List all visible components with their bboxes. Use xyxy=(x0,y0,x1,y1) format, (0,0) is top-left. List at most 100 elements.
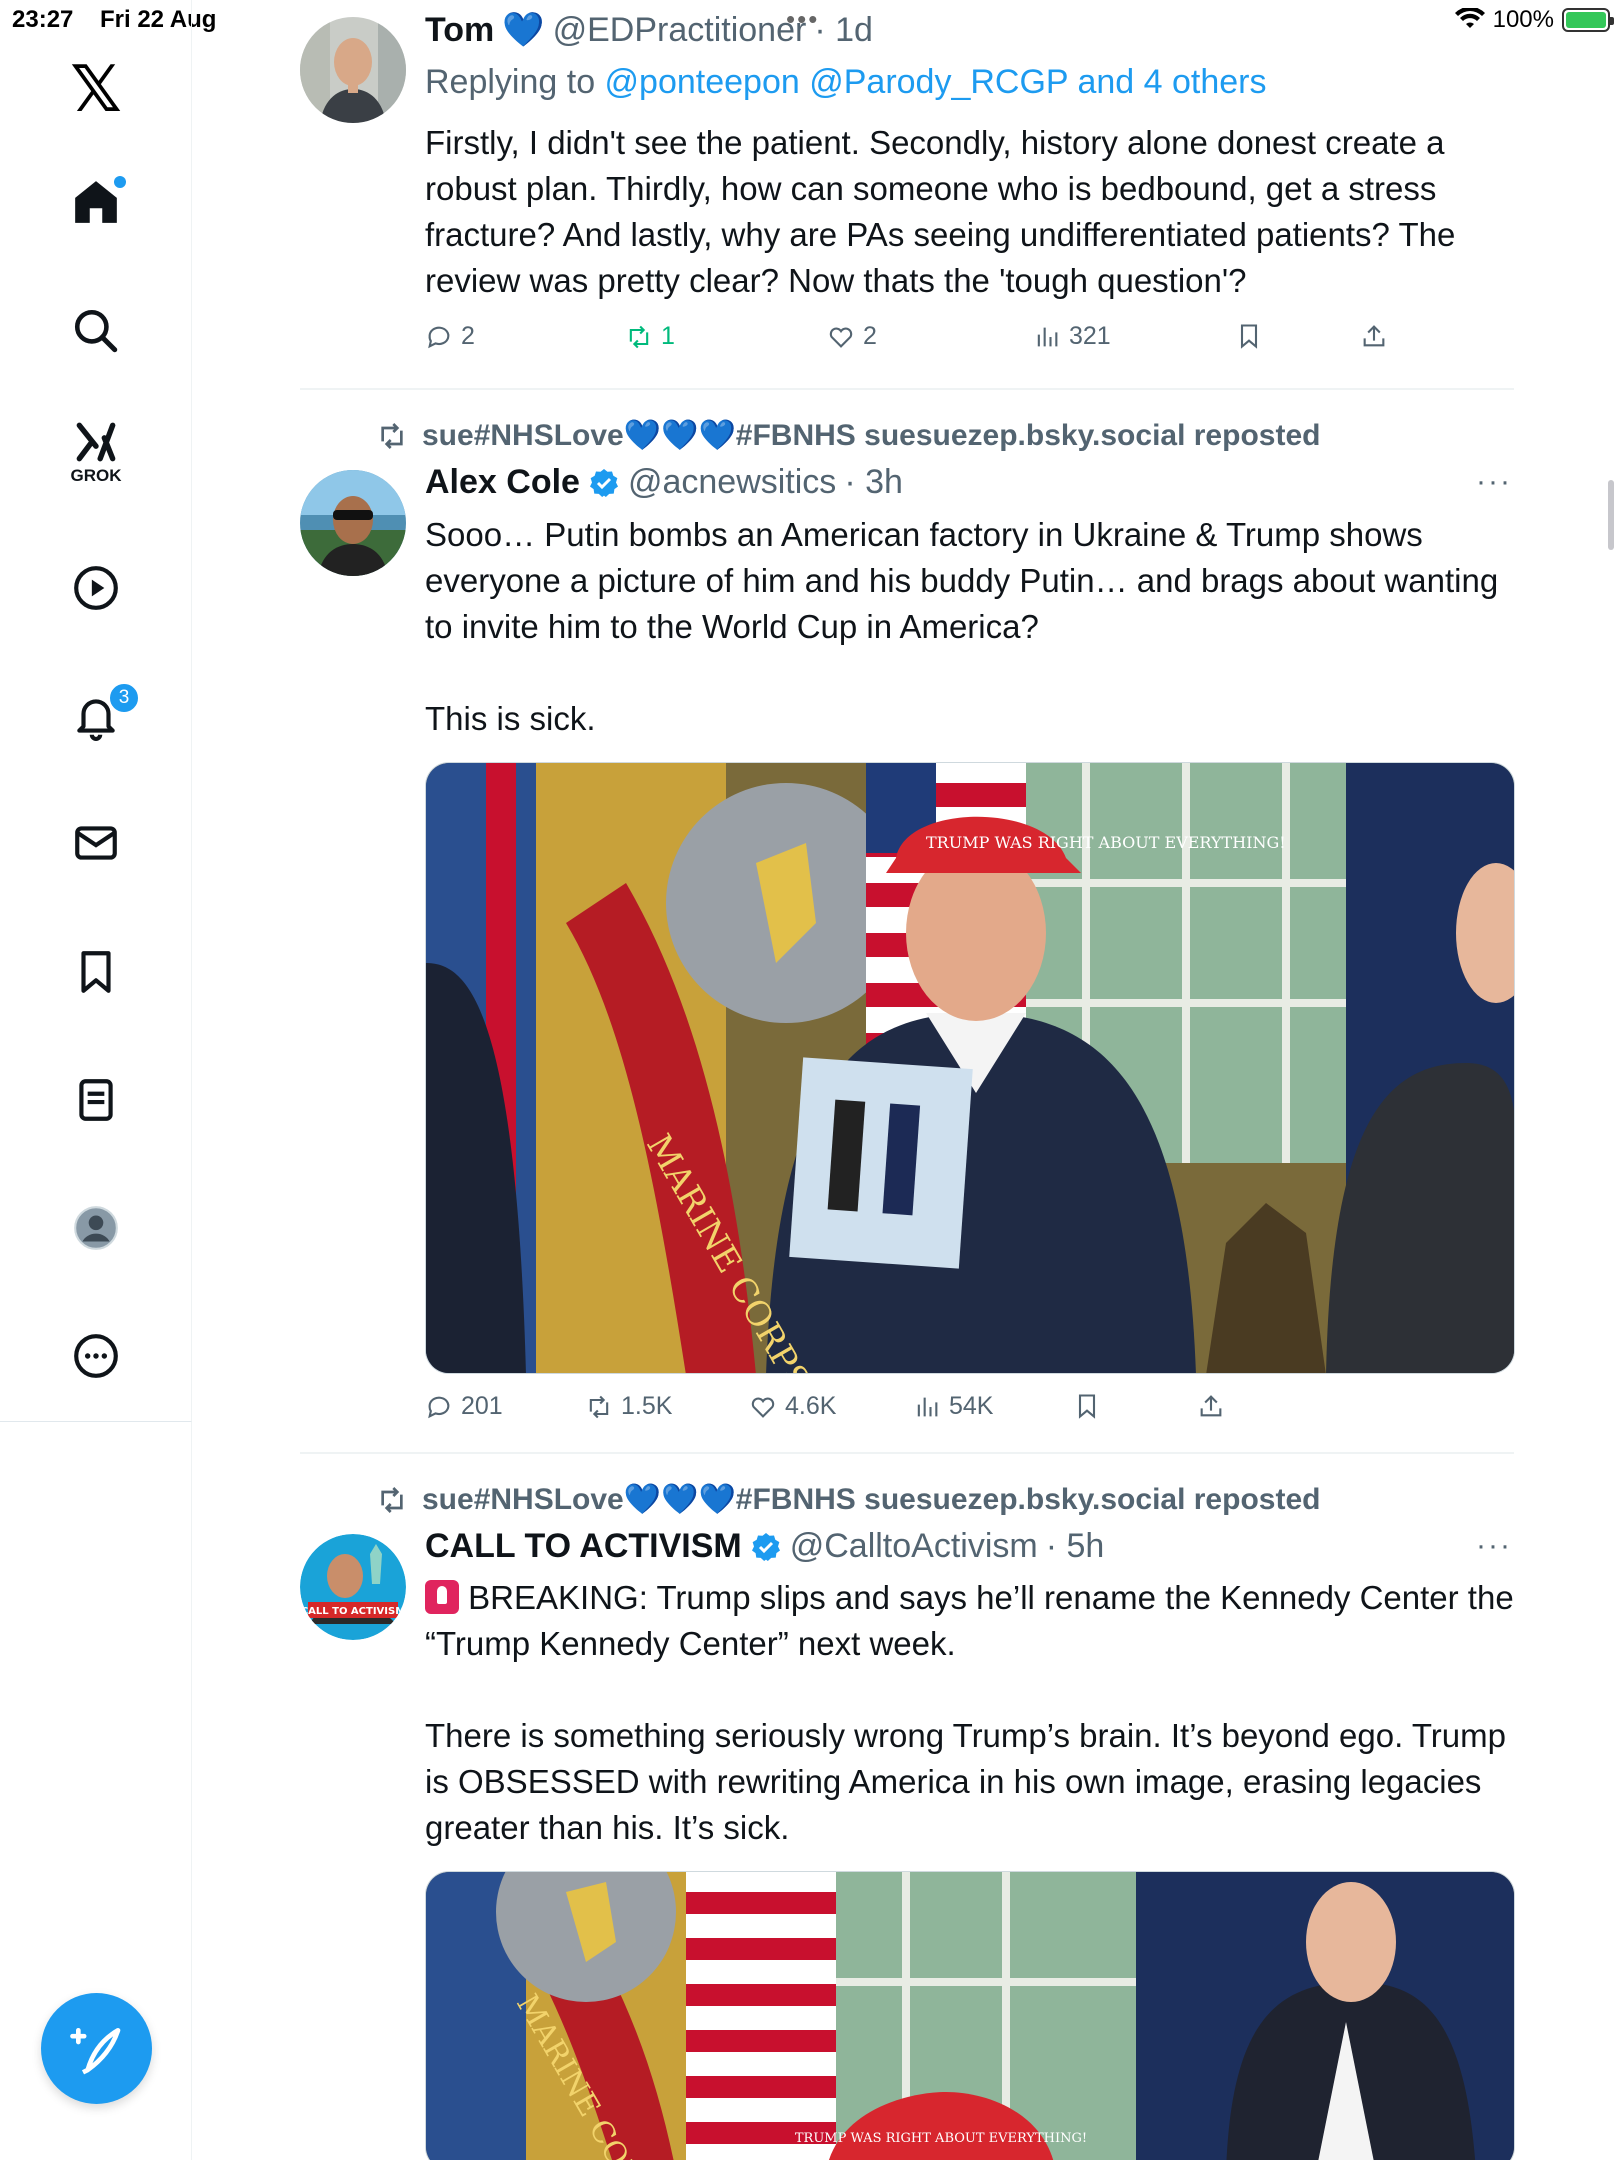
reply-to-link[interactable]: @ponteepon @Parody_RCGP and 4 others xyxy=(605,63,1267,101)
sidebar-item-grok[interactable]: GROK xyxy=(56,412,136,492)
cap-text: TRUMP WAS RIGHT ABOUT EVERYTHING! xyxy=(926,833,1286,852)
x-logo-icon: 𝕏 xyxy=(70,53,122,127)
heart-icon xyxy=(829,327,853,348)
tweet-text: BREAKING: Trump slips and says he’ll ren… xyxy=(425,1575,1515,1851)
repost-context: sue#NHSLove💙💙💙#FBNHS suesuezep.bsky.soci… xyxy=(376,418,1320,453)
author-name[interactable]: Alex Cole xyxy=(425,463,580,502)
author-handle[interactable]: @acnewsitics xyxy=(628,463,836,502)
bookmark-button[interactable] xyxy=(1073,1392,1101,1420)
repost-icon xyxy=(629,325,649,348)
battery-percent: 100% xyxy=(1492,6,1554,33)
home-icon xyxy=(75,181,117,223)
repost-by[interactable]: sue#NHSLove💙💙💙#FBNHS suesuezep.bsky.soci… xyxy=(422,418,1320,453)
tweet-text-first: BREAKING: Trump slips and says he’ll ren… xyxy=(425,1579,1523,1662)
like-button[interactable]: 2 xyxy=(827,322,877,351)
list-icon xyxy=(79,1079,113,1121)
sidebar-item-messages[interactable] xyxy=(56,803,136,883)
tweet-header: Tom 💙 @EDPractitioner · 1d xyxy=(425,10,873,50)
author-emoji: 💙 xyxy=(502,11,545,49)
reply-icon xyxy=(428,1396,450,1418)
views-button[interactable]: 321 xyxy=(1033,322,1111,351)
more-options-icon[interactable]: ··· xyxy=(1476,465,1512,499)
play-icon xyxy=(74,566,118,610)
avatar[interactable] xyxy=(300,470,406,576)
grok-icon xyxy=(76,422,116,462)
share-icon xyxy=(1200,1395,1222,1417)
views-button[interactable]: 54K xyxy=(913,1392,993,1421)
battery-fill xyxy=(1566,12,1606,28)
tweet-time[interactable]: · 5h xyxy=(1046,1527,1105,1566)
like-count: 2 xyxy=(863,322,877,350)
tweet-actions: 2 1 2 321 xyxy=(425,322,1425,362)
repost-context: sue#NHSLove💙💙💙#FBNHS suesuezep.bsky.soci… xyxy=(376,1482,1320,1517)
avatar-text: CALL TO ACTIVISM xyxy=(301,1606,405,1617)
tweet-time[interactable]: · 3h xyxy=(844,463,903,502)
avatar-image: CALL TO ACTIVISM xyxy=(300,1534,406,1640)
share-button[interactable] xyxy=(1360,322,1388,350)
tweet-text-rest: There is something seriously wrong Trump… xyxy=(425,1717,1516,1846)
avatar[interactable] xyxy=(300,17,406,123)
battery-icon xyxy=(1562,8,1614,32)
reply-button[interactable]: 201 xyxy=(425,1392,503,1421)
views-icon xyxy=(917,1397,938,1416)
sidebar-item-lists[interactable] xyxy=(56,1060,136,1140)
sidebar-item-home[interactable] xyxy=(56,162,136,242)
share-icon xyxy=(1363,325,1385,347)
tweet-photo: TRUMP WAS RIGHT ABOUT EVERYTHING! MARINE… xyxy=(426,1872,1514,2160)
bookmark-button[interactable] xyxy=(1235,322,1263,350)
tweet-image[interactable]: TRUMP WAS RIGHT ABOUT EVERYTHING! MARINE… xyxy=(425,1871,1515,2160)
more-options-icon[interactable]: ··· xyxy=(1476,1529,1512,1563)
sidebar-item-more[interactable] xyxy=(56,1316,136,1396)
grok-label: GROK xyxy=(70,466,122,485)
wifi-icon xyxy=(1454,8,1485,28)
notification-badge: 3 xyxy=(108,682,140,714)
sidebar-item-video[interactable] xyxy=(56,548,136,628)
repost-button[interactable]: 1.5K xyxy=(585,1392,672,1421)
bookmark-icon xyxy=(1240,324,1258,349)
sidebar-item-notifications[interactable]: 3 xyxy=(56,676,140,756)
author-handle[interactable]: @CalltoActivism xyxy=(790,1527,1038,1566)
repost-count: 1 xyxy=(661,322,675,350)
reply-button[interactable]: 2 xyxy=(425,322,475,351)
repost-button[interactable]: 1 xyxy=(625,322,675,351)
verified-badge-icon xyxy=(589,468,618,497)
reply-prefix: Replying to xyxy=(425,63,605,101)
repost-icon xyxy=(589,1395,609,1418)
sidebar: 𝕏 GROK 3 xyxy=(0,0,192,1422)
author-name[interactable]: CALL TO ACTIVISM xyxy=(425,1527,742,1566)
avatar[interactable]: CALL TO ACTIVISM xyxy=(300,1534,406,1640)
author-name[interactable]: Tom xyxy=(425,11,494,50)
x-logo[interactable]: 𝕏 xyxy=(56,50,136,130)
bookmark-icon xyxy=(81,951,111,993)
repost-count: 1.5K xyxy=(621,1392,673,1420)
unread-dot xyxy=(114,176,126,188)
sidebar-item-profile[interactable] xyxy=(56,1188,136,1268)
tweet-header: CALL TO ACTIVISM @CalltoActivism · 5h xyxy=(425,1527,1104,1566)
avatar-image xyxy=(300,470,406,576)
views-icon xyxy=(1037,327,1058,346)
tweet-time[interactable]: · 1d xyxy=(814,11,873,50)
compose-button[interactable] xyxy=(41,1993,152,2104)
profile-icon xyxy=(74,1206,118,1250)
view-count: 54K xyxy=(949,1392,994,1420)
tweet-text: Firstly, I didn't see the patient. Secon… xyxy=(425,124,1465,299)
repost-by[interactable]: sue#NHSLove💙💙💙#FBNHS suesuezep.bsky.soci… xyxy=(422,1482,1320,1517)
more-icon xyxy=(74,1334,118,1378)
author-handle[interactable]: @EDPractitioner xyxy=(553,11,807,50)
like-button[interactable]: 4.6K xyxy=(749,1392,836,1421)
tweet-image[interactable]: TRUMP WAS RIGHT ABOUT EVERYTHING! MARINE… xyxy=(425,762,1515,1374)
share-button[interactable] xyxy=(1197,1392,1225,1420)
siren-icon xyxy=(425,1580,459,1614)
tweet-divider xyxy=(300,388,1514,390)
avatar-image xyxy=(300,17,406,123)
bookmark-icon xyxy=(1078,1394,1096,1419)
sidebar-item-bookmarks[interactable] xyxy=(56,932,136,1012)
tweet-divider xyxy=(300,1452,1514,1454)
compose-icon xyxy=(69,2027,120,2074)
reply-icon xyxy=(428,326,450,348)
sidebar-item-explore[interactable] xyxy=(56,291,136,371)
scrollbar[interactable] xyxy=(1608,480,1614,550)
reply-count: 2 xyxy=(461,322,475,350)
tweet-text: Sooo… Putin bombs an American factory in… xyxy=(425,516,1499,737)
heart-icon xyxy=(751,1397,775,1418)
